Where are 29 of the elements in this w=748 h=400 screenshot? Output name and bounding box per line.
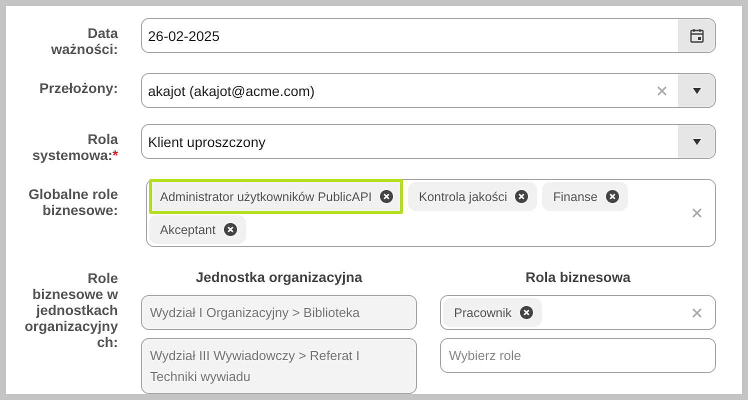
tag-label: Akceptant bbox=[160, 222, 216, 236]
tag-label: Administrator użytkowników PublicAPI bbox=[160, 190, 372, 204]
date-field[interactable]: 26-02-2025 bbox=[141, 18, 716, 53]
tag-label: Pracownik bbox=[454, 306, 512, 320]
field-label: Data ważności: bbox=[50, 24, 118, 57]
remove-icon[interactable] bbox=[380, 190, 393, 203]
required-mark: * bbox=[112, 147, 118, 163]
field-label: Globalne role biznesowe: bbox=[28, 185, 118, 218]
column-header: Rola biznesowa bbox=[524, 269, 632, 287]
caret-icon bbox=[692, 138, 700, 144]
unit-field: Wydział I Organizacyjny > Biblioteka bbox=[141, 295, 417, 330]
field-label: Przełożony: bbox=[38, 79, 118, 96]
tag-label: Finanse bbox=[553, 190, 598, 204]
unit-field: Wydział III Wywiadowczy > Referat I Techniki wywiadu bbox=[141, 338, 417, 394]
select-field[interactable]: Klient uproszczony bbox=[141, 124, 716, 159]
remove-icon[interactable] bbox=[520, 306, 533, 319]
caret-icon bbox=[692, 88, 700, 94]
remove-icon[interactable] bbox=[515, 190, 528, 203]
field-label: Role biznesowe w jednostkach organizacyjnych: bbox=[24, 269, 118, 350]
calendar-button[interactable] bbox=[678, 19, 715, 52]
field-label: Rola systemowa:* bbox=[31, 130, 118, 163]
column-header: Jednostka organizacyjna bbox=[194, 269, 364, 287]
remove-icon[interactable] bbox=[606, 190, 619, 203]
calendar-icon[interactable] bbox=[690, 28, 704, 43]
tag-field[interactable]: Pracownik bbox=[440, 295, 716, 330]
tag-label: Kontrola jakości bbox=[418, 190, 508, 204]
input-field[interactable]: Wybierz role bbox=[440, 338, 716, 373]
remove-icon[interactable] bbox=[224, 223, 237, 236]
tag-field[interactable]: Administrator użytkowników PublicAPI Kontrola jakości Finanse Akceptant bbox=[146, 179, 716, 247]
